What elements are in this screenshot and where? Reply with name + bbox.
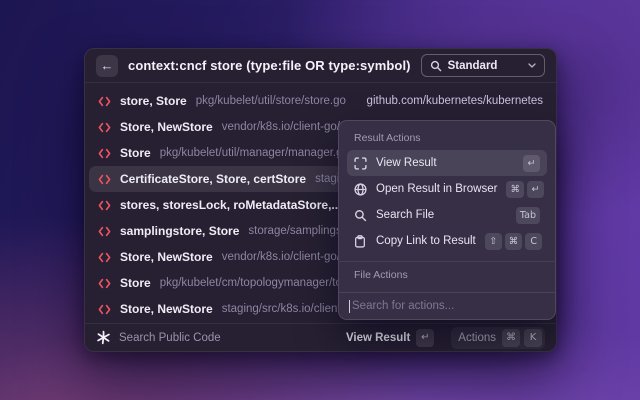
result-row[interactable]: store, Store pkg/kubelet/util/store/stor… <box>89 88 552 114</box>
result-symbols: Store, NewStore <box>120 250 213 264</box>
menu-item-open-in-browser[interactable]: Open Result in Browser ⌘ ↵ <box>347 176 547 202</box>
search-mode-dropdown[interactable]: Standard <box>420 54 545 77</box>
k-key-badge: K <box>524 328 542 347</box>
return-key-badge: ↵ <box>523 154 540 172</box>
brand-label: Search Public Code <box>119 331 221 344</box>
search-mode-value: Standard <box>447 59 498 72</box>
status-bar: Search Public Code View Result ↵ Actions… <box>85 323 556 351</box>
tab-key-badge: Tab <box>515 206 540 224</box>
result-symbols: Store, NewStore <box>120 120 213 134</box>
code-symbol-icon <box>98 252 111 263</box>
command-key-badge: ⌘ <box>504 232 523 250</box>
code-symbol-icon <box>98 226 111 237</box>
menu-item-view-result[interactable]: View Result ↵ <box>347 150 547 176</box>
code-symbol-icon <box>98 148 111 159</box>
scan-icon <box>354 156 367 170</box>
result-symbols: Store <box>120 276 151 290</box>
section-title-result-actions: Result Actions <box>354 132 421 144</box>
text-cursor <box>349 299 350 313</box>
result-symbols: Store <box>120 146 151 160</box>
code-symbol-icon <box>98 122 111 133</box>
menu-item-label: Copy Link to Result <box>376 235 476 247</box>
actions-menu-content: Result Actions View Result ↵ Open Result… <box>339 121 555 313</box>
code-symbol-icon <box>98 96 111 107</box>
result-symbols: CertificateStore, Store, certStore <box>120 172 307 186</box>
result-symbols: Store, NewStore <box>120 302 213 316</box>
result-symbols: samplingstore, Store <box>120 224 240 238</box>
actions-search-input[interactable] <box>352 300 545 312</box>
result-path: pkg/kubelet/util/manager/manager.go <box>159 147 349 159</box>
search-query-input[interactable]: context:cncf store (type:file OR type:sy… <box>128 58 411 73</box>
search-header: ← context:cncf store (type:file OR type:… <box>85 49 556 83</box>
view-result-button[interactable]: View Result ↵ <box>345 328 435 347</box>
back-arrow-icon: ← <box>100 58 114 73</box>
code-symbol-icon <box>98 304 111 315</box>
result-path: pkg/kubelet/util/store/store.go <box>195 95 346 107</box>
menu-item-label: View Result <box>376 157 437 169</box>
menu-item-label: Open Result in Browser <box>376 183 498 195</box>
actions-menu: Result Actions View Result ↵ Open Result… <box>338 120 556 320</box>
clipboard-icon <box>354 234 367 248</box>
actions-search-bar <box>339 292 555 319</box>
desktop-background: ← context:cncf store (type:file OR type:… <box>0 0 640 400</box>
actions-button[interactable]: Actions ⌘ K <box>451 326 545 349</box>
return-key-badge: ↵ <box>416 328 435 347</box>
result-symbols: store, Store <box>120 94 187 108</box>
shift-key-badge: ⇧ <box>484 232 502 250</box>
code-symbol-icon <box>98 200 111 211</box>
actions-label: Actions <box>458 331 496 344</box>
c-key-badge: C <box>525 232 543 250</box>
menu-divider <box>339 261 555 262</box>
globe-icon <box>354 182 367 196</box>
chevron-down-icon <box>528 63 536 68</box>
code-symbol-icon <box>98 174 111 185</box>
search-icon <box>430 60 442 72</box>
search-icon <box>354 209 367 222</box>
return-key-badge: ↵ <box>526 180 544 198</box>
menu-item-label: Search File <box>376 209 435 221</box>
menu-item-search-file[interactable]: Search File Tab <box>347 202 547 228</box>
command-key-badge: ⌘ <box>502 328 520 347</box>
code-symbol-icon <box>98 278 111 289</box>
menu-item-copy-link[interactable]: Copy Link to Result ⇧ ⌘ C <box>347 228 547 254</box>
view-result-label: View Result <box>345 331 411 344</box>
starburst-logo-icon <box>96 330 111 345</box>
command-key-badge: ⌘ <box>506 180 524 198</box>
result-repo: github.com/kubernetes/kubernetes <box>366 95 543 107</box>
back-button[interactable]: ← <box>96 54 118 77</box>
section-title-file-actions: File Actions <box>354 269 408 281</box>
result-symbols: stores, storesLock, roMetadataStore,... <box>120 198 342 212</box>
